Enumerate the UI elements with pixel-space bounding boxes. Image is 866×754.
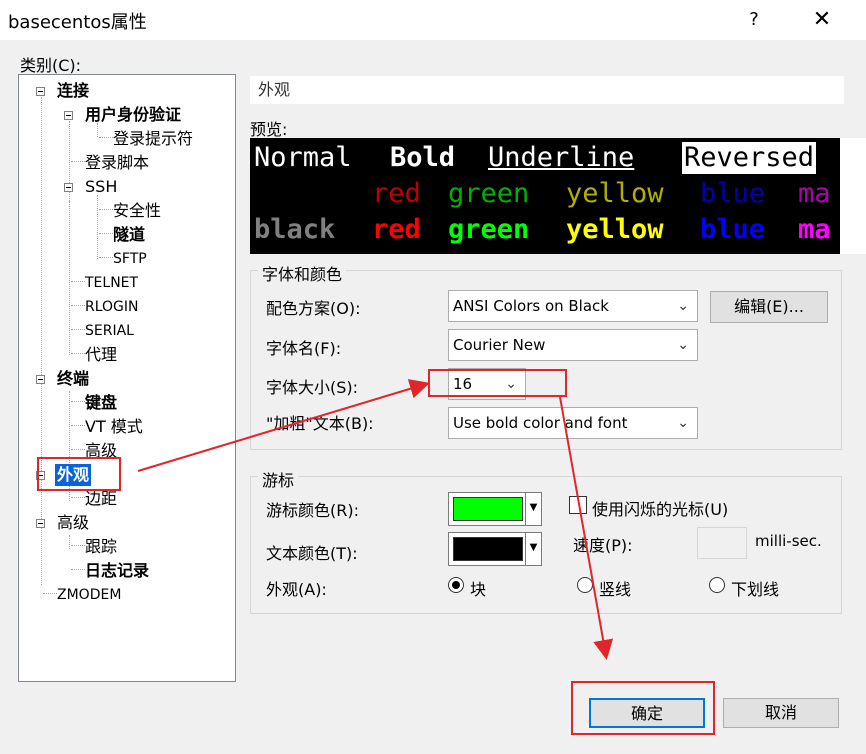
arrow-to-font-size [137, 379, 430, 472]
annotation-arrows [137, 379, 614, 660]
arrow-to-ok [559, 396, 614, 660]
